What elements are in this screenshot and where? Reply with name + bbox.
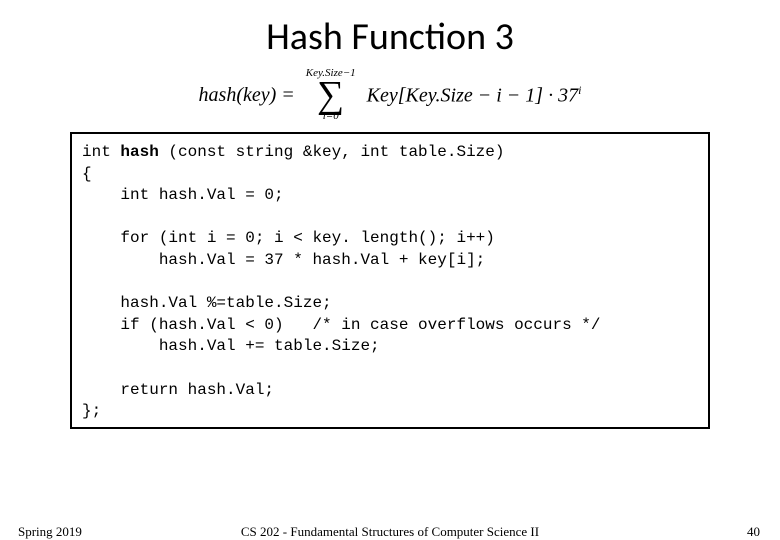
code-line-1a: int bbox=[82, 143, 120, 161]
code-line-3: int hash.Val = 0; bbox=[82, 186, 284, 204]
formula-exp: i bbox=[578, 83, 581, 97]
hash-formula: hash(key) = Key.Size−1 ∑ i=0 Key[Key.Siz… bbox=[0, 68, 780, 122]
footer-term: Spring 2019 bbox=[18, 524, 82, 540]
code-line-1b: hash bbox=[120, 143, 158, 161]
slide-title: Hash Function 3 bbox=[0, 14, 780, 60]
footer-page-number: 40 bbox=[747, 524, 760, 540]
code-line-9: if (hash.Val < 0) /* in case overflows o… bbox=[82, 316, 600, 334]
sigma-symbol: ∑ bbox=[306, 79, 356, 111]
slide: Hash Function 3 hash(key) = Key.Size−1 ∑… bbox=[0, 14, 780, 540]
sigma-block: Key.Size−1 ∑ i=0 bbox=[306, 68, 356, 122]
code-block: int hash (const string &key, int table.S… bbox=[70, 132, 710, 429]
footer-course: CS 202 - Fundamental Structures of Compu… bbox=[0, 524, 780, 540]
code-line-13: }; bbox=[82, 402, 101, 420]
formula-rhs: Key[Key.Size − i − 1] · 37i bbox=[367, 84, 582, 106]
code-line-2: { bbox=[82, 165, 92, 183]
code-line-10: hash.Val += table.Size; bbox=[82, 337, 380, 355]
code-line-1c: (const string &key, int table.Size) bbox=[159, 143, 505, 161]
code-line-8: hash.Val %=table.Size; bbox=[82, 294, 332, 312]
code-line-12: return hash.Val; bbox=[82, 381, 274, 399]
footer: Spring 2019 CS 202 - Fundamental Structu… bbox=[0, 524, 780, 540]
code-line-6: hash.Val = 37 * hash.Val + key[i]; bbox=[82, 251, 485, 269]
sigma-lower: i=0 bbox=[306, 111, 356, 122]
code-line-5: for (int i = 0; i < key. length(); i++) bbox=[82, 229, 495, 247]
formula-lhs: hash(key) = bbox=[199, 85, 295, 105]
formula-rhs-body: Key[Key.Size − i − 1] · 37 bbox=[367, 85, 578, 107]
